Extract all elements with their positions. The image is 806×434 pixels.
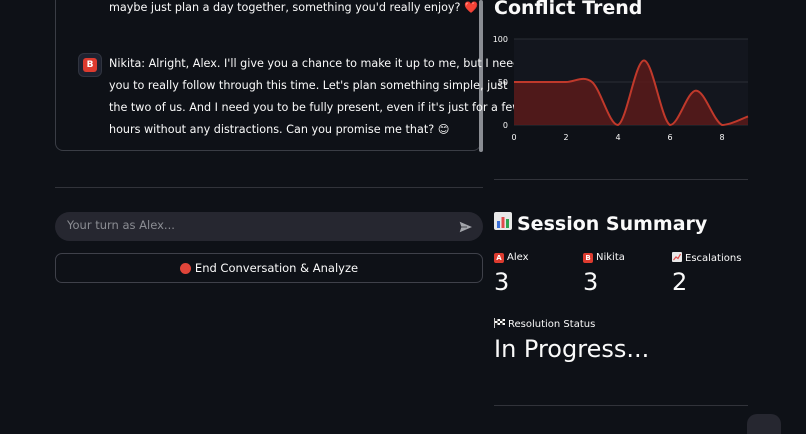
chart-x-tick-label: 8 [719, 133, 724, 142]
conflict-trend-chart: 0 50 100 0 2 4 6 8 [488, 30, 800, 150]
resolution-label-text: Resolution Status [508, 319, 595, 330]
chart-y-tick-label: 100 [493, 35, 508, 44]
nikita-message-line: you to really follow through this time. … [109, 75, 521, 97]
nikita-badge: B [583, 253, 593, 263]
alex-badge: A [494, 253, 504, 263]
metric-escalations-label: Escalations [672, 252, 741, 265]
right-divider-top [494, 179, 748, 180]
stop-icon [180, 263, 191, 274]
summary-title: Session Summary [517, 213, 707, 235]
right-divider-bottom [494, 405, 748, 406]
previous-message-text: maybe just plan a day together, somethin… [109, 0, 478, 19]
chart-title: Conflict Trend [494, 0, 642, 19]
resolution-value: In Progress... [494, 335, 649, 363]
metric-alex-value: 3 [494, 268, 509, 296]
nikita-message-line: hours without any distractions. Can you … [109, 119, 521, 141]
chart-x-tick-label: 6 [667, 133, 672, 142]
left-divider [55, 187, 483, 188]
metric-alex-label: A Alex [494, 252, 529, 263]
checkered-flag-icon [494, 318, 505, 331]
metric-escalations-value: 2 [672, 268, 687, 296]
nikita-message-line: Nikita: Alright, Alex. I'll give you a c… [109, 53, 521, 75]
bar-chart-icon [494, 212, 512, 235]
chat-input-placeholder: Your turn as Alex... [67, 218, 175, 232]
nikita-avatar-badge: B [83, 58, 97, 72]
metric-nikita-value: 3 [583, 268, 598, 296]
nikita-avatar: B [78, 53, 102, 77]
chart-y-tick-label: 50 [498, 78, 508, 87]
end-conversation-label: End Conversation & Analyze [195, 261, 358, 275]
nikita-message: Nikita: Alright, Alex. I'll give you a c… [109, 53, 521, 141]
resolution-label: Resolution Status [494, 318, 595, 331]
summary-heading: Session Summary [494, 212, 707, 235]
metric-alex-text: Alex [507, 252, 529, 263]
chart-x-tick-label: 0 [511, 133, 516, 142]
chat-input[interactable]: Your turn as Alex... [55, 212, 483, 241]
app-status-widget[interactable] [747, 414, 781, 434]
metric-nikita-label: B Nikita [583, 252, 625, 263]
trend-chart-icon [672, 252, 682, 265]
metric-nikita-text: Nikita [596, 252, 625, 263]
metric-escalations-text: Escalations [685, 253, 741, 264]
send-icon[interactable] [458, 219, 474, 238]
nikita-message-line: the two of us. And I need you to be full… [109, 97, 521, 119]
chart-x-tick-label: 4 [615, 133, 620, 142]
chart-y-tick-label: 0 [503, 121, 508, 130]
chart-x-tick-label: 2 [563, 133, 568, 142]
end-conversation-button[interactable]: End Conversation & Analyze [55, 253, 483, 283]
